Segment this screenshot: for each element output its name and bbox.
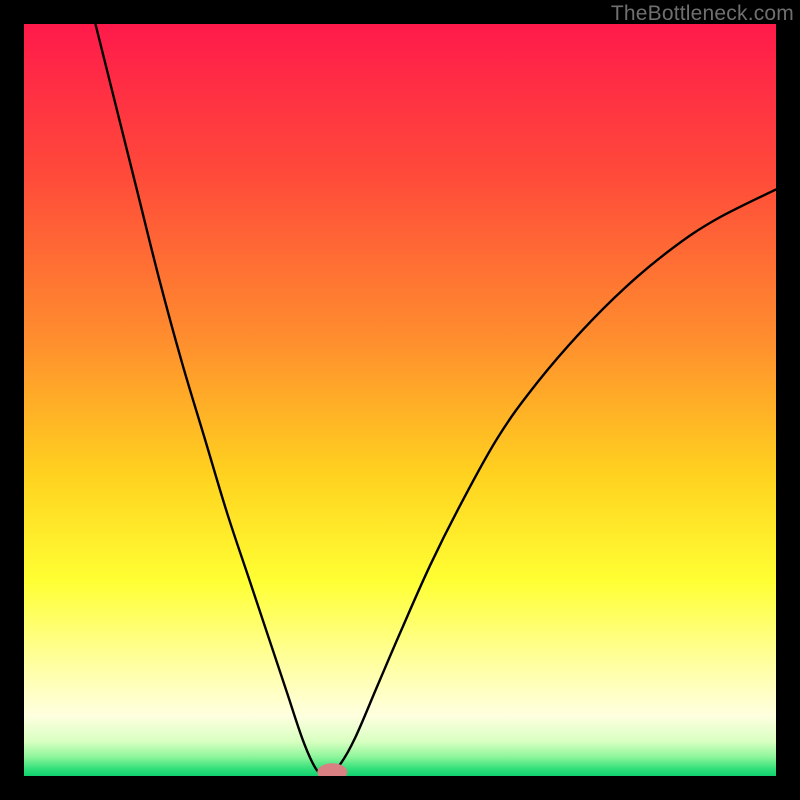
chart-frame bbox=[24, 24, 776, 776]
chart-svg bbox=[24, 24, 776, 776]
watermark-text: TheBottleneck.com bbox=[611, 2, 794, 26]
gradient-background bbox=[24, 24, 776, 776]
